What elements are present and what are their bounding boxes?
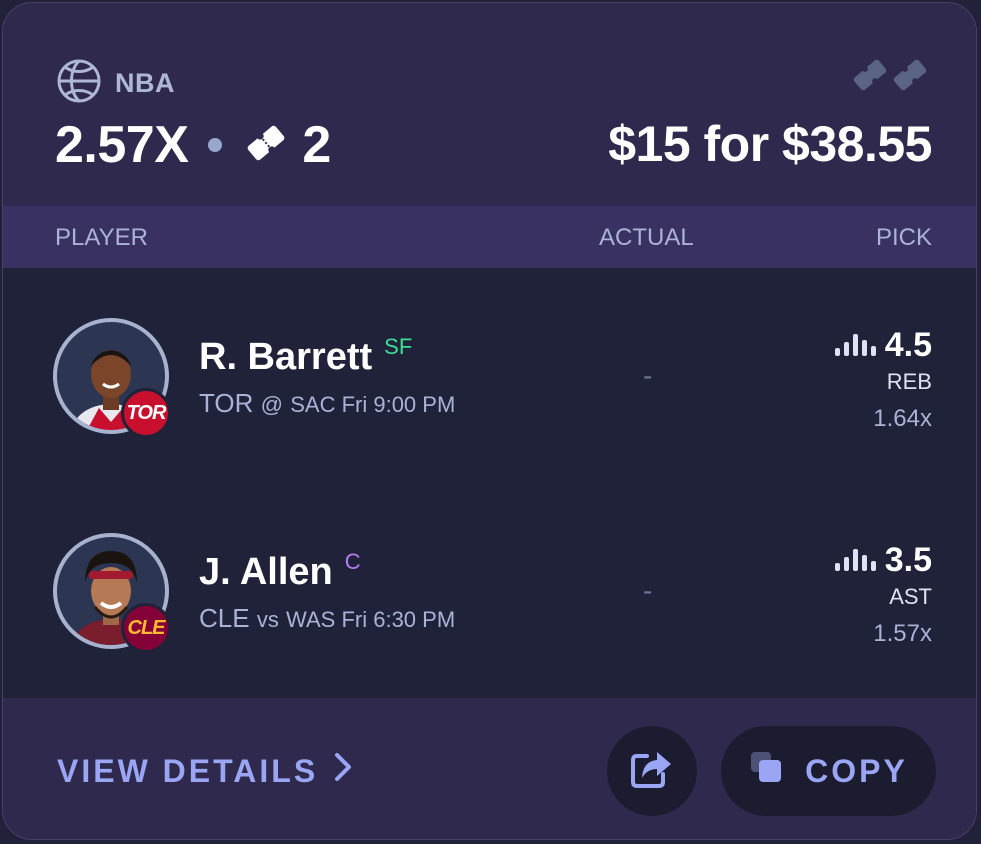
tickets-icon	[850, 55, 932, 100]
ticket-icon	[244, 121, 288, 170]
player-name-text: R. Barrett	[199, 336, 373, 378]
card-header: NBA 2.57X 2 $15 for $38.55	[3, 3, 976, 208]
player-team: CLE	[199, 603, 250, 633]
team-badge-cle: CLE	[121, 603, 171, 653]
chevron-right-icon	[334, 752, 352, 790]
game-info: TOR @ SAC Fri 9:00 PM	[199, 388, 455, 419]
bar-chart-icon	[834, 541, 879, 580]
bar-chart-icon	[834, 326, 879, 365]
share-icon	[629, 748, 675, 795]
pick-stat: AST	[889, 584, 932, 609]
basketball-icon	[55, 57, 103, 110]
matchup-sep: vs	[256, 607, 279, 632]
entry-summary: 2.57X 2	[55, 115, 331, 175]
team-abbr: TOR	[126, 401, 167, 424]
pick-line: 4.5	[834, 326, 932, 365]
game-details: SAC Fri 9:00 PM	[290, 392, 456, 417]
view-details-label: VIEW DETAILS	[57, 752, 319, 789]
column-player: PLAYER	[55, 224, 148, 251]
column-actual: ACTUAL	[599, 224, 694, 251]
column-headers: PLAYER ACTUAL PICK	[3, 206, 976, 268]
game-info: CLE vs WAS Fri 6:30 PM	[199, 603, 455, 634]
view-details-link[interactable]: VIEW DETAILS	[57, 752, 352, 790]
player-avatar: TOR	[53, 318, 171, 438]
copy-button[interactable]: COPY	[721, 726, 936, 816]
entry-card: NBA 2.57X 2 $15 for $38.55 PLAYER ACTUAL…	[2, 2, 977, 840]
league-name: NBA	[115, 68, 175, 98]
ticket-count: 2	[302, 116, 332, 174]
player-position: SF	[384, 334, 413, 359]
player-avatar: CLE	[53, 533, 171, 653]
card-footer: VIEW DETAILS COPY	[3, 698, 976, 839]
pick-info: 4.5 REB 1.64x	[834, 326, 932, 433]
payout-text: $15 for $38.55	[608, 116, 932, 172]
copy-label: COPY	[805, 752, 908, 789]
actual-value: -	[643, 575, 653, 606]
player-team: TOR	[199, 388, 254, 418]
player-position: C	[344, 549, 361, 574]
pick-stat: REB	[886, 369, 932, 394]
pick-row[interactable]: CLE J. Allen C CLE vs WAS Fri 6:30 PM -	[3, 483, 976, 698]
column-pick: PICK	[875, 224, 932, 251]
league-label: NBA	[55, 57, 175, 110]
share-button[interactable]	[607, 726, 697, 816]
picks-list: TOR R. Barrett SF TOR @ SAC Fri 9:00 PM -	[3, 268, 976, 698]
team-abbr: CLE	[127, 616, 166, 639]
team-badge-tor: TOR	[121, 388, 171, 438]
player-name[interactable]: J. Allen C	[199, 549, 361, 594]
actual-value: -	[643, 360, 653, 391]
pick-row[interactable]: TOR R. Barrett SF TOR @ SAC Fri 9:00 PM -	[3, 268, 976, 483]
game-details: WAS Fri 6:30 PM	[286, 607, 456, 632]
pick-line-value: 4.5	[884, 326, 932, 364]
player-name-text: J. Allen	[199, 551, 333, 593]
copy-icon	[749, 750, 783, 792]
pick-multiplier: 1.57x	[873, 620, 932, 647]
pick-info: 3.5 AST 1.57x	[834, 541, 932, 648]
matchup-sep: @	[260, 392, 283, 417]
entry-multiplier: 2.57X	[55, 116, 189, 174]
pick-multiplier: 1.64x	[873, 405, 932, 432]
pick-line-value: 3.5	[884, 541, 932, 579]
pick-line: 3.5	[834, 541, 932, 580]
player-name[interactable]: R. Barrett SF	[199, 334, 413, 379]
separator-dot	[208, 138, 223, 152]
